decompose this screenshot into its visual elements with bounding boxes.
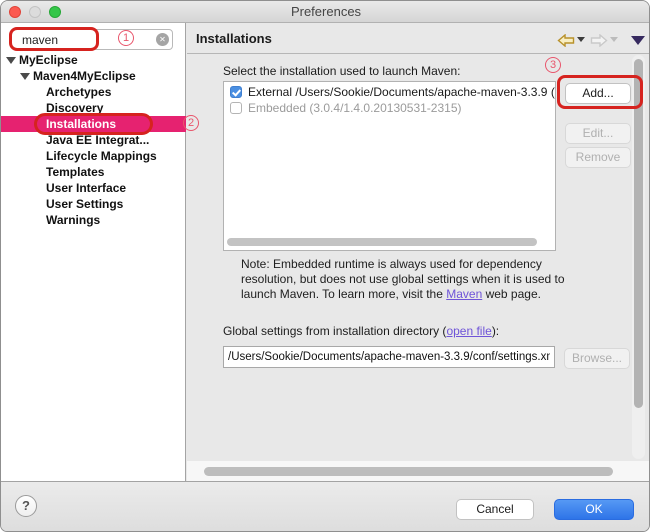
disclosure-triangle-icon[interactable] xyxy=(6,57,16,64)
embedded-runtime-note: Note: Embedded runtime is always used fo… xyxy=(241,257,581,302)
list-horizontal-scrollbar[interactable] xyxy=(227,238,537,246)
select-installation-label: Select the installation used to launch M… xyxy=(223,64,460,78)
annotation-box-search xyxy=(9,27,99,51)
installations-list: External /Users/Sookie/Documents/apache-… xyxy=(223,81,556,251)
cancel-button[interactable]: Cancel xyxy=(456,499,534,520)
help-button[interactable]: ? xyxy=(15,495,37,517)
page-title: Installations xyxy=(196,31,272,46)
header-toolbar xyxy=(557,32,645,48)
vertical-scrollbar-thumb[interactable] xyxy=(634,59,643,408)
open-file-link[interactable]: open file xyxy=(446,324,491,338)
title-bar: Preferences xyxy=(1,1,650,23)
maven-link[interactable]: Maven xyxy=(446,287,482,301)
annotation-number-3: 3 xyxy=(545,57,561,73)
panel-horizontal-scrollbar[interactable] xyxy=(187,461,650,481)
panel-vertical-scrollbar[interactable] xyxy=(632,55,645,459)
window-title: Preferences xyxy=(1,4,650,19)
checkbox-checked-icon[interactable] xyxy=(230,86,242,98)
global-settings-label: Global settings from installation direct… xyxy=(223,324,499,338)
remove-button[interactable]: Remove xyxy=(565,147,631,168)
sidebar-item-templates[interactable]: Templates xyxy=(1,164,186,180)
footer-bar: ? Cancel OK xyxy=(1,481,650,532)
annotation-box-add xyxy=(557,75,643,109)
forward-arrow-icon[interactable] xyxy=(590,34,608,47)
sidebar-item-warnings[interactable]: Warnings xyxy=(1,212,186,228)
view-menu-icon[interactable] xyxy=(631,36,645,45)
disclosure-triangle-icon[interactable] xyxy=(20,73,30,80)
settings-path-field[interactable] xyxy=(223,346,555,368)
installation-row-embedded[interactable]: Embedded (3.0.4/1.4.0.20130531-2315) xyxy=(224,100,555,116)
annotation-number-2: 2 xyxy=(183,115,199,131)
header-separator xyxy=(187,53,650,54)
annotation-box-installations xyxy=(34,113,153,135)
ok-button[interactable]: OK xyxy=(554,499,634,520)
sidebar-item-user-interface[interactable]: User Interface xyxy=(1,180,186,196)
preferences-window: Preferences ✕ MyEclipse Maven4MyEclipse … xyxy=(0,0,650,532)
edit-button[interactable]: Edit... xyxy=(565,123,631,144)
back-arrow-icon[interactable] xyxy=(557,34,575,47)
sidebar: ✕ MyEclipse Maven4MyEclipse Archetypes D… xyxy=(1,23,186,481)
sidebar-item-maven4myeclipse[interactable]: Maven4MyEclipse xyxy=(1,68,186,84)
annotation-number-1: 1 xyxy=(118,30,134,46)
horizontal-scrollbar-thumb[interactable] xyxy=(204,467,613,476)
clear-search-icon[interactable]: ✕ xyxy=(156,33,169,46)
installation-row-external[interactable]: External /Users/Sookie/Documents/apache-… xyxy=(224,84,555,100)
sidebar-item-myeclipse[interactable]: MyEclipse xyxy=(1,52,186,68)
sidebar-item-lifecycle-mappings[interactable]: Lifecycle Mappings xyxy=(1,148,186,164)
checkbox-unchecked-icon[interactable] xyxy=(230,102,242,114)
forward-history-dropdown-icon[interactable] xyxy=(610,37,618,42)
back-history-dropdown-icon[interactable] xyxy=(577,37,585,42)
sidebar-item-user-settings[interactable]: User Settings xyxy=(1,196,186,212)
browse-button[interactable]: Browse... xyxy=(564,348,630,369)
sidebar-item-archetypes[interactable]: Archetypes xyxy=(1,84,186,100)
